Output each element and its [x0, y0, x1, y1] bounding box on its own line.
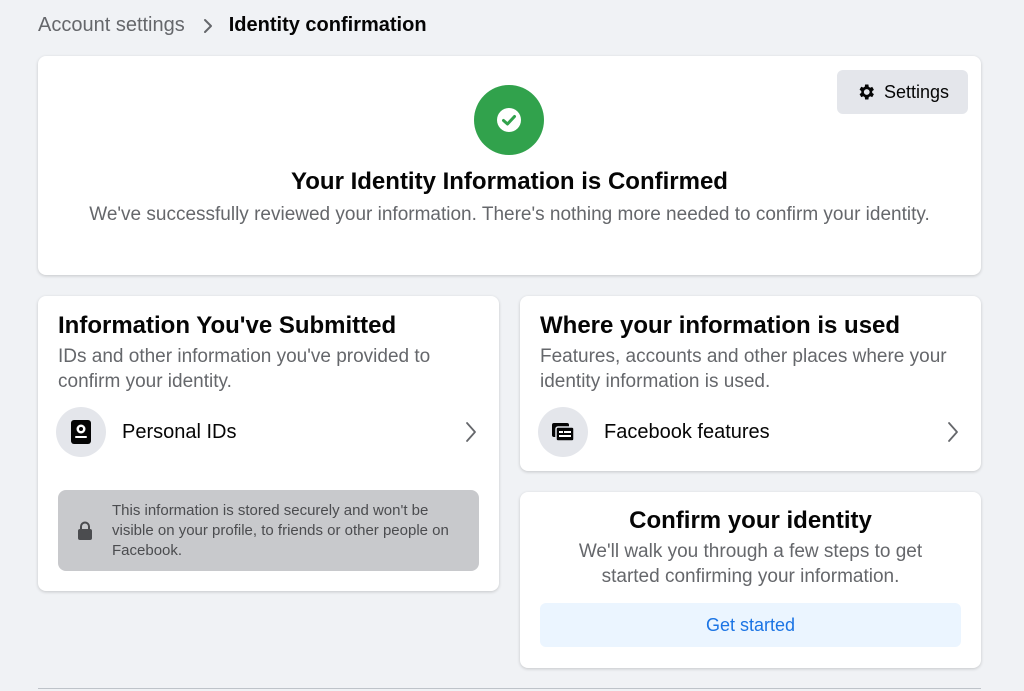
- lock-icon: [58, 521, 112, 541]
- information-submitted-card: Information You've Submitted IDs and oth…: [38, 296, 499, 591]
- submitted-title: Information You've Submitted: [58, 312, 397, 339]
- information-used-card: Where your information is used Features,…: [520, 296, 981, 471]
- privacy-notice-text: This information is stored securely and …: [112, 501, 449, 559]
- breadcrumb: Account settings Identity confirmation: [38, 14, 427, 37]
- settings-button[interactable]: Settings: [837, 70, 968, 114]
- status-description: We've successfully reviewed your informa…: [89, 204, 930, 225]
- divider: [38, 688, 981, 689]
- privacy-notice: This information is stored securely and …: [58, 490, 479, 571]
- features-icon: [538, 407, 588, 457]
- facebook-features-row[interactable]: Facebook features: [538, 406, 963, 458]
- personal-ids-row[interactable]: Personal IDs: [56, 406, 481, 458]
- confirm-identity-card: Confirm your identity We'll walk you thr…: [520, 492, 981, 668]
- used-description: Features, accounts and other places wher…: [540, 346, 947, 392]
- id-card-icon: [56, 407, 106, 457]
- settings-button-label: Settings: [883, 81, 950, 102]
- confirm-title: Confirm your identity: [629, 507, 872, 534]
- personal-ids-label: Personal IDs: [122, 420, 237, 443]
- chevron-right-icon: [465, 421, 477, 443]
- status-title: Your Identity Information is Confirmed: [291, 168, 728, 195]
- submitted-description: IDs and other information you've provide…: [58, 346, 431, 392]
- check-circle-icon: [474, 85, 544, 155]
- facebook-features-label: Facebook features: [604, 420, 770, 443]
- identity-status-card: Settings Your Identity Information is Co…: [38, 56, 981, 275]
- breadcrumb-current: Identity confirmation: [228, 14, 427, 36]
- get-started-button[interactable]: Get started: [540, 603, 961, 647]
- breadcrumb-account-settings-link[interactable]: Account settings: [38, 14, 185, 37]
- gear-icon: [856, 82, 876, 102]
- used-title: Where your information is used: [540, 312, 901, 339]
- chevron-right-icon: [203, 18, 213, 34]
- confirm-description: We'll walk you through a few steps to ge…: [578, 541, 923, 587]
- chevron-right-icon: [947, 421, 959, 443]
